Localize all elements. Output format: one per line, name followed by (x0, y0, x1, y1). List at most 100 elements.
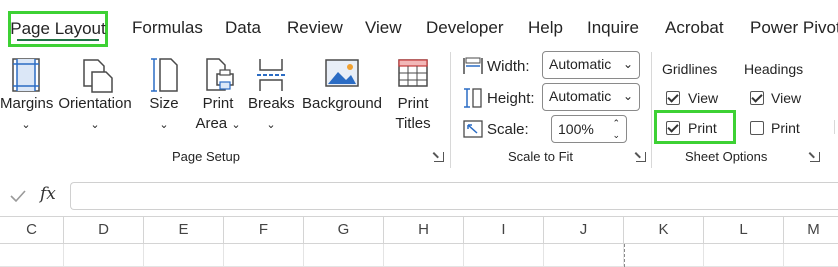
tab-data[interactable]: Data (225, 18, 261, 38)
print-area-button[interactable]: Print Area ⌄ (190, 56, 246, 135)
tab-help[interactable]: Help (528, 18, 563, 38)
chevron-down-icon: ⌄ (266, 119, 276, 131)
grid-cell[interactable] (784, 244, 838, 267)
grid-cell[interactable] (224, 244, 304, 267)
headings-print-checkbox[interactable] (750, 121, 764, 135)
chevron-down-icon: ⌄ (622, 57, 633, 71)
chevron-down-icon: ⌄ (159, 119, 169, 131)
group-divider (834, 120, 835, 134)
sheet-options-launcher-icon[interactable] (810, 152, 820, 162)
ribbon-tabs: Page Layout Formulas Data Review View De… (0, 0, 838, 52)
gridlines-view-label: View (688, 90, 719, 106)
page-setup-group-label: Page Setup (172, 149, 240, 164)
chevron-down-icon: ⌄ (90, 119, 100, 131)
margins-icon (12, 58, 40, 92)
grid-cell[interactable] (0, 244, 64, 267)
background-label: Background (301, 95, 383, 112)
highlight-box (654, 110, 736, 144)
background-icon (325, 59, 359, 87)
size-label: Size (149, 95, 179, 112)
column-header-m[interactable]: M (784, 217, 838, 243)
height-label: Height: (487, 90, 535, 107)
margins-button[interactable]: Margins ⌄ (0, 56, 54, 135)
orientation-label: Orientation (58, 95, 132, 112)
print-area-label-line1: Print (202, 95, 234, 112)
print-titles-label-line1: Print (397, 95, 429, 112)
scale-icon (463, 120, 483, 138)
grid-cell[interactable] (704, 244, 784, 267)
width-label: Width: (487, 58, 530, 75)
width-select[interactable]: Automatic ⌄ (542, 51, 640, 79)
insert-function-icon[interactable]: fx (40, 184, 56, 204)
grid-cell[interactable] (144, 244, 224, 267)
tab-power-pivot[interactable]: Power Pivot (750, 18, 838, 38)
background-button[interactable]: Background (300, 56, 384, 114)
chevron-down-icon: ⌄ (622, 89, 633, 103)
print-titles-label-line2: Titles (395, 115, 431, 132)
page-setup-launcher-icon[interactable] (434, 152, 444, 162)
column-header-d[interactable]: D (64, 217, 144, 243)
print-area-label-line2: Area (195, 115, 228, 132)
size-icon (151, 58, 178, 92)
grid-cell[interactable] (544, 244, 624, 267)
column-header-l[interactable]: L (704, 217, 784, 243)
grid-cell[interactable] (464, 244, 544, 267)
print-titles-button[interactable]: Print Titles (390, 56, 436, 134)
chevron-down-icon: ⌄ (231, 119, 241, 131)
sheet-options-group-label: Sheet Options (685, 149, 768, 164)
spinner-arrows-icon[interactable]: ⌃ ⌄ (612, 117, 620, 141)
column-header-j[interactable]: J (544, 217, 624, 243)
grid-cell[interactable] (304, 244, 384, 267)
grid-cell[interactable] (384, 244, 464, 267)
column-header-c[interactable]: C (0, 217, 64, 243)
breaks-button[interactable]: Breaks ⌄ (248, 56, 295, 135)
grid-cell[interactable] (624, 244, 704, 267)
scale-value: 100% (558, 121, 594, 137)
width-select-value: Automatic (549, 56, 612, 72)
margins-label: Margins (0, 95, 54, 112)
orientation-button[interactable]: Orientation ⌄ (56, 56, 134, 135)
height-select[interactable]: Automatic ⌄ (542, 83, 640, 111)
group-divider (450, 52, 451, 168)
breaks-label: Breaks (248, 95, 295, 112)
tab-view[interactable]: View (365, 18, 402, 38)
enter-check-icon[interactable] (8, 188, 28, 204)
scale-to-fit-launcher-icon[interactable] (636, 152, 646, 162)
page-break-line (624, 244, 625, 267)
formula-bar-controls: fx (0, 184, 64, 208)
tab-review[interactable]: Review (287, 18, 343, 38)
tab-developer[interactable]: Developer (426, 18, 504, 38)
grid-cell[interactable] (64, 244, 144, 267)
column-header-e[interactable]: E (144, 217, 224, 243)
group-divider (651, 52, 652, 168)
column-header-k[interactable]: K (624, 217, 704, 243)
gridlines-title: Gridlines (662, 61, 718, 77)
column-header-h[interactable]: H (384, 217, 464, 243)
scale-label: Scale: (487, 121, 529, 138)
column-header-f[interactable]: F (224, 217, 304, 243)
height-icon (464, 88, 482, 108)
tab-inquire[interactable]: Inquire (587, 18, 639, 38)
headings-print-label: Print (771, 120, 800, 136)
formula-input[interactable] (70, 182, 838, 210)
headings-view-checkbox[interactable] (750, 91, 764, 105)
orientation-icon (83, 59, 113, 93)
scale-spinner[interactable]: 100% ⌃ ⌄ (551, 115, 627, 143)
chevron-down-icon: ⌄ (21, 119, 31, 131)
column-header-i[interactable]: I (464, 217, 544, 243)
scale-to-fit-group-label: Scale to Fit (508, 149, 574, 164)
gridlines-view-checkbox[interactable] (666, 91, 680, 105)
tab-page-layout[interactable]: Page Layout (8, 11, 108, 47)
print-titles-icon (398, 59, 428, 87)
print-area-icon (206, 58, 234, 91)
height-select-value: Automatic (549, 88, 612, 104)
breaks-icon (257, 59, 285, 91)
headings-view-label: View (771, 90, 802, 106)
size-button[interactable]: Size ⌄ (144, 56, 184, 135)
grid-row (0, 244, 838, 267)
column-header-g[interactable]: G (304, 217, 384, 243)
tab-formulas[interactable]: Formulas (132, 18, 203, 38)
headings-title: Headings (744, 61, 804, 77)
column-headers: CDEFGHIJKLM (0, 216, 838, 244)
tab-acrobat[interactable]: Acrobat (665, 18, 724, 38)
